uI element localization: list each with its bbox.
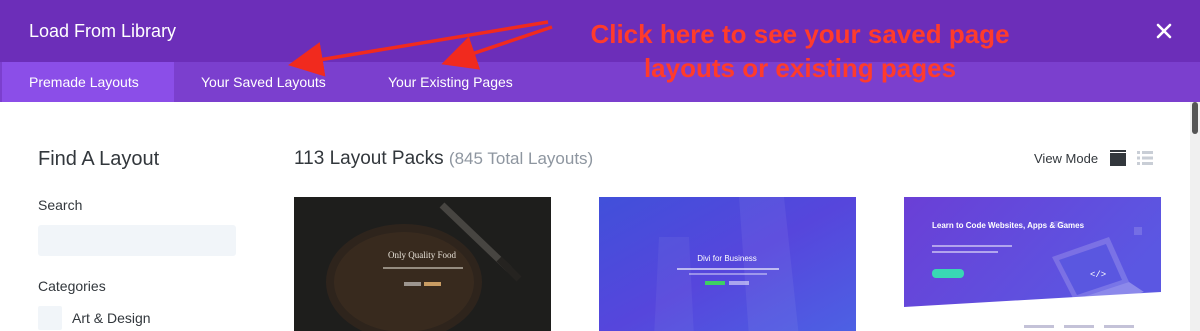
sidebar-title: Find A Layout (38, 148, 160, 170)
category-label: Art & Design (72, 310, 151, 326)
total-layouts-count: (845 Total Layouts) (448, 149, 594, 168)
food-layout-thumbnail: Only Quality Food (294, 197, 551, 331)
code-layout-thumbnail: Learn to Code Websites, Apps & Games </> (904, 197, 1161, 331)
annotation-line-1: Click here to see your saved page (590, 19, 1010, 49)
view-mode-label: View Mode (1034, 150, 1099, 166)
search-input[interactable] (38, 225, 236, 256)
annotation-text: Click here to see your saved page layout… (520, 17, 1080, 85)
annotation-line-2: layouts or existing pages (643, 53, 957, 83)
scrollbar[interactable] (1190, 102, 1200, 331)
layout-packs-count: 113 Layout Packs (294, 148, 444, 169)
layout-packs-title: 113 Layout Packs (845 Total Layouts) (294, 148, 593, 170)
category-item[interactable]: Art & Design (38, 306, 151, 330)
svg-text:</>: </> (1090, 270, 1106, 280)
view-mode: View Mode (1034, 150, 1154, 166)
library-modal: Load From Library Premade Layouts Your S… (0, 0, 1200, 331)
card-heading: Divi for Business (697, 254, 757, 263)
layout-card[interactable]: Learn to Code Websites, Apps & Games </> (904, 197, 1161, 331)
layout-card[interactable]: Only Quality Food (294, 197, 551, 331)
arrow-to-saved-layouts (288, 20, 549, 77)
categories-label: Categories (38, 278, 106, 294)
search-label: Search (38, 197, 83, 213)
category-checkbox[interactable] (38, 306, 62, 330)
grid-view-icon[interactable] (1110, 150, 1127, 166)
card-heading: Only Quality Food (388, 250, 457, 260)
layout-card[interactable]: Divi for Business (599, 197, 856, 331)
list-view-icon[interactable] (1137, 150, 1154, 166)
sidebar: Find A Layout Search Categories Art & De… (38, 148, 238, 330)
scrollbar-thumb[interactable] (1192, 102, 1198, 134)
business-layout-thumbnail: Divi for Business (599, 197, 856, 331)
